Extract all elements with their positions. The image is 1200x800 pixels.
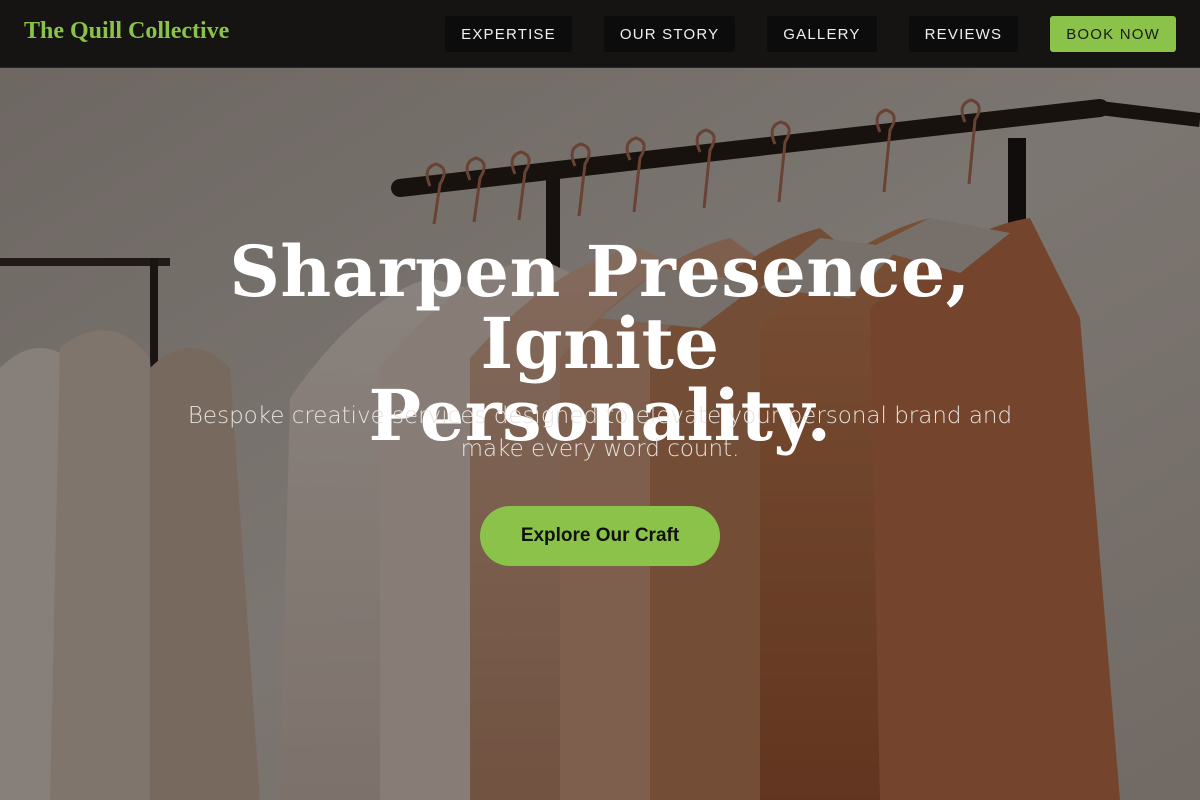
headline-line-1: Sharpen Presence, Ignite: [229, 230, 971, 385]
hero-subtext: Bespoke creative services designed to el…: [187, 403, 1013, 462]
main-nav: EXPERTISE OUR STORY GALLERY REVIEWS BOOK…: [445, 16, 1176, 52]
explore-craft-button[interactable]: Explore Our Craft: [480, 506, 720, 566]
nav-reviews[interactable]: REVIEWS: [908, 16, 1019, 52]
nav-gallery[interactable]: GALLERY: [767, 16, 877, 52]
nav-our-story[interactable]: OUR STORY: [603, 16, 736, 52]
nav-expertise[interactable]: EXPERTISE: [445, 16, 572, 52]
landing-page: The Quill Collective EXPERTISE OUR STORY…: [0, 0, 1200, 800]
hero-section: Sharpen Presence, Ignite Personality. Be…: [0, 68, 1200, 800]
book-now-button[interactable]: BOOK NOW: [1050, 16, 1176, 52]
site-header: The Quill Collective EXPERTISE OUR STORY…: [0, 0, 1200, 68]
hero-content: Sharpen Presence, Ignite Personality. Be…: [0, 68, 1200, 800]
brand-logo[interactable]: The Quill Collective: [24, 18, 229, 45]
